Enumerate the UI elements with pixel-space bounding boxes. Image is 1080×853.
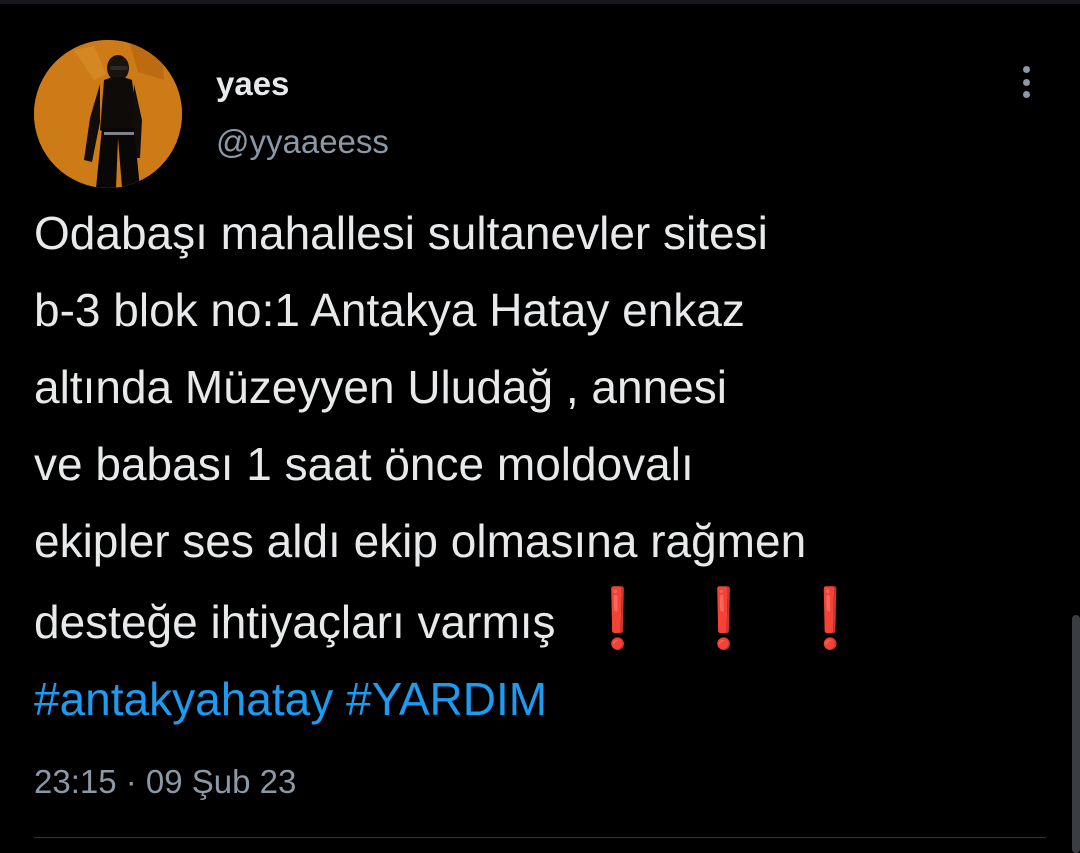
bottom-divider <box>34 837 1046 838</box>
red-exclamation-icon: ❗ <box>687 586 760 651</box>
tweet-text-line: altında Müzeyyen Uludağ , annesi <box>34 361 727 413</box>
hashtag-link-antakyahatay[interactable]: #antakyahatay <box>34 673 333 725</box>
avatar-image <box>34 40 182 188</box>
red-exclamation-icon: ❗ <box>793 586 867 651</box>
tweet-text-line: ve babası 1 saat önce moldovalı <box>34 438 694 490</box>
hashtag-line: #antakyahatay #YARDIM <box>34 661 1044 738</box>
avatar[interactable] <box>34 40 182 188</box>
tweet-text-line: b-3 blok no:1 Antakya Hatay enkaz <box>34 284 745 336</box>
tweet-timestamp[interactable]: 23:15 · 09 Şub 23 <box>34 758 296 806</box>
more-options-button[interactable] <box>1014 60 1038 104</box>
user-info: yaes @yyaaeess <box>216 64 389 162</box>
top-divider <box>0 0 1080 4</box>
tweet-text-line: ekipler ses aldı ekip olmasına rağmen <box>34 515 807 567</box>
emoji-group: ❗ ❗ ❗ <box>582 580 901 661</box>
scrollbar[interactable] <box>1072 615 1080 853</box>
display-name[interactable]: yaes <box>216 64 389 104</box>
red-exclamation-icon: ❗ <box>581 586 654 651</box>
hashtag-link-yardim[interactable]: #YARDIM <box>346 673 547 725</box>
user-handle[interactable]: @yyaaeess <box>216 122 389 162</box>
tweet-text-line: Odabaşı mahallesi sultanevler sitesi <box>34 207 768 259</box>
tweet-text-last-line: desteğe ihtiyaçları varmış ❗ ❗ ❗ <box>34 580 1044 661</box>
tweet-text-line: desteğe ihtiyaçları varmış <box>34 596 556 648</box>
more-vertical-icon <box>1022 91 1030 98</box>
tweet-body: Odabaşı mahallesi sultanevler sitesi b-3… <box>34 195 1044 738</box>
more-vertical-icon <box>1022 78 1030 86</box>
tweet-header: yaes @yyaaeess <box>34 40 1044 190</box>
more-vertical-icon <box>1022 66 1030 73</box>
